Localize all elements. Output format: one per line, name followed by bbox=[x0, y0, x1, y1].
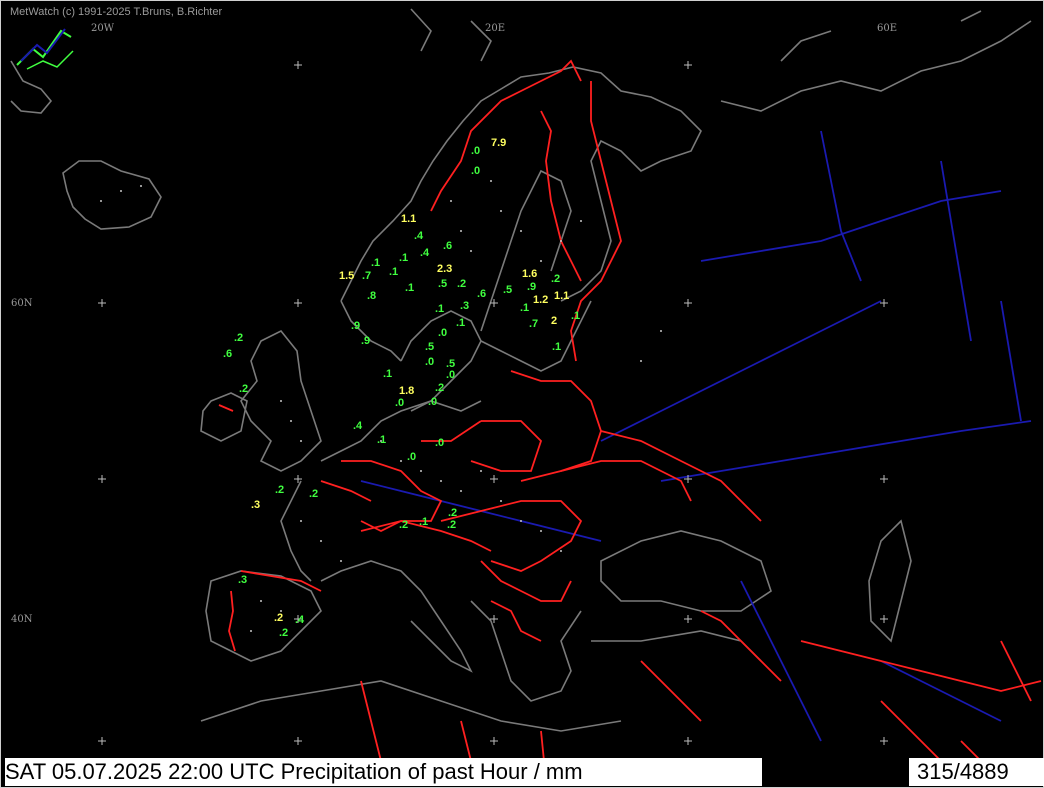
precip-value: .6 bbox=[443, 240, 453, 252]
rivers bbox=[360, 130, 1032, 742]
precip-value: .0 bbox=[435, 437, 445, 449]
precip-value: .3 bbox=[460, 300, 470, 312]
grid-crosses bbox=[98, 61, 888, 745]
precip-value: .8 bbox=[367, 290, 377, 302]
precip-value: .2 bbox=[274, 612, 284, 624]
precip-value: .4 bbox=[420, 247, 430, 259]
precip-value: .2 bbox=[309, 488, 319, 500]
precip-value: 1.2 bbox=[533, 294, 549, 306]
precip-value: .2 bbox=[447, 519, 457, 531]
precip-value: 7.9 bbox=[491, 137, 507, 149]
precip-value: .2 bbox=[234, 332, 244, 344]
precip-value: .7 bbox=[362, 270, 372, 282]
precip-value: 1.1 bbox=[554, 290, 570, 302]
coastlines bbox=[10, 8, 1032, 732]
precip-value: .2 bbox=[551, 273, 561, 285]
precip-value: .2 bbox=[275, 484, 285, 496]
map-frame: MetWatch (c) 1991-2025 T.Bruns, B.Richte… bbox=[0, 0, 1044, 788]
precip-value: .5 bbox=[503, 284, 513, 296]
precip-value: .5 bbox=[425, 341, 435, 353]
precip-value: .1 bbox=[399, 252, 409, 264]
precip-value: .1 bbox=[571, 310, 581, 322]
precip-value: .0 bbox=[425, 356, 435, 368]
copyright-text: MetWatch (c) 1991-2025 T.Bruns, B.Richte… bbox=[10, 6, 223, 18]
precip-value: .3 bbox=[251, 499, 261, 511]
station-count: 315/4889 bbox=[909, 758, 1044, 786]
precip-value: 1.8 bbox=[399, 385, 415, 397]
precip-value: .9 bbox=[351, 320, 361, 332]
precip-value: .1 bbox=[435, 303, 445, 315]
precip-value: .9 bbox=[527, 281, 537, 293]
precip-value: .1 bbox=[419, 516, 429, 528]
precip-value: .9 bbox=[361, 335, 371, 347]
precip-value: .2 bbox=[435, 382, 445, 394]
precip-value: .4 bbox=[295, 614, 305, 626]
precip-value: .0 bbox=[407, 451, 417, 463]
precip-value: .1 bbox=[383, 368, 393, 380]
precip-value: .2 bbox=[279, 627, 289, 639]
precip-value: 1.6 bbox=[522, 268, 538, 280]
precip-value: .2 bbox=[399, 519, 409, 531]
grid-label-20e: 20E bbox=[485, 23, 506, 34]
precip-value: .2 bbox=[239, 383, 249, 395]
precip-value: .0 bbox=[471, 145, 481, 157]
precip-value: .4 bbox=[353, 420, 363, 432]
precip-value: .0 bbox=[438, 327, 448, 339]
precip-value: .0 bbox=[428, 396, 438, 408]
precip-value: .1 bbox=[389, 266, 399, 278]
precip-value: .1 bbox=[371, 257, 381, 269]
precip-value: .0 bbox=[446, 369, 456, 381]
precip-value: .3 bbox=[238, 574, 248, 586]
precip-value: .1 bbox=[405, 282, 415, 294]
precip-value: 1.5 bbox=[339, 270, 355, 282]
precip-value: .2 bbox=[457, 278, 467, 290]
precip-value: 2 bbox=[551, 315, 558, 327]
grid-label-60e: 60E bbox=[877, 23, 898, 34]
precip-value: .1 bbox=[377, 434, 387, 446]
precip-value: .4 bbox=[414, 230, 424, 242]
precip-value: .6 bbox=[223, 348, 233, 360]
precip-value: .1 bbox=[552, 341, 562, 353]
grid-label-20w: 20W bbox=[91, 23, 115, 34]
grid-label-60n: 60N bbox=[11, 298, 33, 309]
country-borders bbox=[218, 59, 1042, 782]
precip-value: .6 bbox=[477, 288, 487, 300]
precip-value: .0 bbox=[471, 165, 481, 177]
footer-title: SAT 05.07.2025 22:00 UTC Precipitation o… bbox=[5, 758, 762, 786]
grid-label-40n: 40N bbox=[11, 614, 33, 625]
precip-value: 1.1 bbox=[401, 213, 417, 225]
precip-value: .5 bbox=[438, 278, 448, 290]
precip-value: .7 bbox=[529, 318, 539, 330]
precip-value: .0 bbox=[395, 397, 405, 409]
precip-value: .2 bbox=[448, 507, 458, 519]
metwatch-logo-icon bbox=[16, 28, 74, 70]
precip-value: .1 bbox=[456, 317, 466, 329]
europe-map[interactable] bbox=[1, 1, 1043, 787]
precip-value: .1 bbox=[520, 302, 530, 314]
precip-value: 2.3 bbox=[437, 263, 453, 275]
